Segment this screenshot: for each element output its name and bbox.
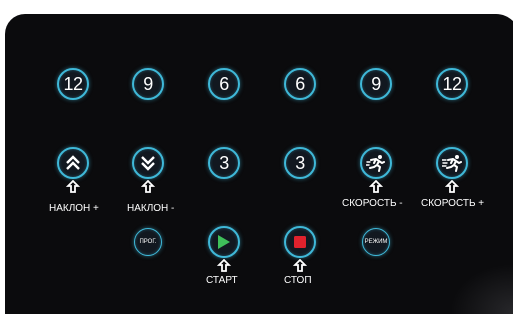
preset-button-9-right[interactable]: 9: [360, 68, 392, 100]
preset-button-3-right[interactable]: 3: [284, 147, 316, 179]
stop-icon: [294, 236, 306, 248]
arrow-up-icon: [66, 180, 80, 193]
play-icon: [218, 235, 230, 249]
preset-value: 3: [295, 153, 305, 173]
arrow-up-icon: [369, 180, 383, 193]
incline-down-caption: НАКЛОН -: [127, 203, 175, 214]
arrow-up-icon: [141, 180, 155, 193]
incline-up-button[interactable]: [57, 147, 89, 179]
program-label: ПРОГ.: [139, 239, 157, 245]
runner-icon: [366, 155, 385, 172]
reflection-glow: [450, 264, 513, 314]
speed-down-caption: СКОРОСТЬ -: [342, 198, 403, 209]
preset-button-3-left[interactable]: 3: [208, 147, 240, 179]
stop-caption: СТОП: [284, 275, 312, 286]
preset-button-9-left[interactable]: 9: [132, 68, 164, 100]
arrow-up-icon: [445, 180, 459, 193]
chevron-double-up-icon: [66, 155, 80, 170]
mode-button[interactable]: РЕЖИМ: [362, 228, 390, 256]
stop-button[interactable]: [284, 226, 316, 258]
arrow-up-icon: [293, 259, 307, 272]
start-button[interactable]: [208, 226, 240, 258]
runner-fast-icon: [442, 155, 462, 172]
speed-down-button[interactable]: [360, 147, 392, 179]
program-button[interactable]: ПРОГ.: [134, 228, 162, 256]
preset-value: 12: [442, 74, 462, 94]
preset-value: 6: [295, 74, 305, 94]
preset-value: 9: [371, 74, 381, 94]
preset-value: 6: [219, 74, 229, 94]
preset-value: 12: [63, 74, 83, 94]
treadmill-control-panel: 12 9 6 6 9 12 3 3 ПРОГ. РЕЖИМ НАКЛОН + Н…: [5, 14, 513, 314]
start-caption: СТАРТ: [206, 275, 238, 286]
preset-value: 3: [219, 153, 229, 173]
arrow-up-icon: [217, 259, 231, 272]
preset-value: 9: [143, 74, 153, 94]
incline-up-caption: НАКЛОН +: [49, 203, 99, 214]
incline-down-button[interactable]: [132, 147, 164, 179]
preset-button-12-left[interactable]: 12: [57, 68, 89, 100]
preset-button-6-left[interactable]: 6: [208, 68, 240, 100]
speed-up-button[interactable]: [436, 147, 468, 179]
chevron-double-down-icon: [141, 156, 155, 171]
preset-button-12-right[interactable]: 12: [436, 68, 468, 100]
preset-button-6-right[interactable]: 6: [284, 68, 316, 100]
mode-label: РЕЖИМ: [364, 239, 388, 245]
speed-up-caption: СКОРОСТЬ +: [421, 198, 485, 209]
